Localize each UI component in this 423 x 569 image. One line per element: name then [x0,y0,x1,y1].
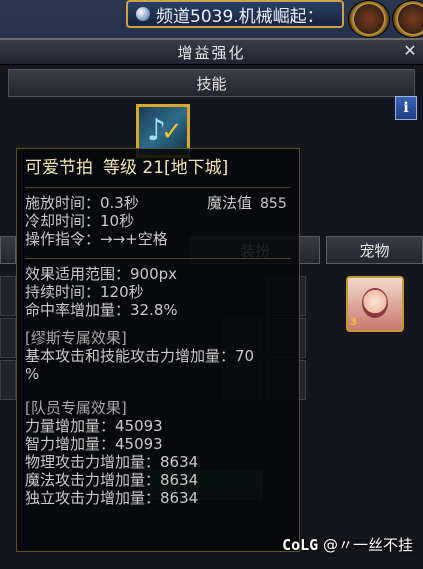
cast-time: 施放时间：0.3秒 [25,194,139,212]
channel-label: 频道5039.机械崛起： [156,6,324,27]
command: 操作指令：→→+空格 [25,230,168,248]
muse-header: [缪斯专属效果] [25,329,127,347]
range-row: 效果适用范围：900px [25,265,291,283]
equip-slot[interactable] [0,360,16,400]
tooltip-header: 可爱节拍 等级 21[地下城] [25,153,291,183]
equip-slot[interactable] [0,276,16,316]
level-value: 21[地下城] [142,158,229,178]
pet-portrait-icon[interactable]: 3 [346,276,404,332]
party-header: [队员专属效果] [25,399,127,417]
watermark-text: @〃一丝不挂 [322,536,413,554]
muse-line2: % [25,365,40,383]
cooldown-row: 冷却时间：10秒 [25,212,291,230]
channel-bar[interactable]: 频道5039.机械崛起： [126,0,344,28]
duration: 持续时间：120秒 [25,283,144,301]
info-icon[interactable]: i [395,96,417,120]
level-label: 等级 [103,158,137,178]
hit-rate: 命中率增加量：32.8% [25,301,178,319]
str-row: 力量增加量：45093 [25,417,163,435]
cast-time-row: 施放时间：0.3秒 魔法值 855 [25,194,291,212]
pet-level: 3 [350,317,357,328]
close-icon[interactable]: ✕ [401,42,419,60]
phys-atk-row: 物理攻击力增加量：8634 [25,453,199,471]
menu-round-button[interactable] [348,0,390,38]
command-row: 操作指令：→→+空格 [25,230,291,248]
int-row: 智力增加量：45093 [25,435,163,453]
tab-pet[interactable]: 宠物 [326,236,423,264]
watermark-logo: CoLG [282,536,319,554]
window-titlebar[interactable]: 增益强化 ✕ [0,40,423,65]
range: 效果适用范围：900px [25,265,178,283]
duration-row: 持续时间：120秒 [25,283,291,301]
muse-line1: 基本攻击和技能攻击力增加量：70 [25,347,255,365]
tab-pet-label: 宠物 [359,241,390,260]
mana-label: 魔法值 [207,194,253,212]
window-title: 增益强化 [177,43,246,62]
watermark: CoLG @〃一丝不挂 [282,534,413,555]
globe-icon [136,7,150,21]
skill-name: 可爱节拍 [25,158,93,178]
ind-atk-row: 独立攻击力增加量：8634 [25,489,199,507]
skill-section-header: 技能 [8,69,415,97]
mana-value: 855 [260,196,287,212]
equip-slot[interactable] [0,318,16,358]
skill-tooltip: 可爱节拍 等级 21[地下城] 施放时间：0.3秒 魔法值 855 冷却时间：10秒… [16,148,300,552]
cooldown: 冷却时间：10秒 [25,212,135,230]
mag-atk-row: 魔法攻击力增加量：8634 [25,471,199,489]
tab-left[interactable] [0,236,16,264]
hit-rate-row: 命中率增加量：32.8% [25,301,291,319]
